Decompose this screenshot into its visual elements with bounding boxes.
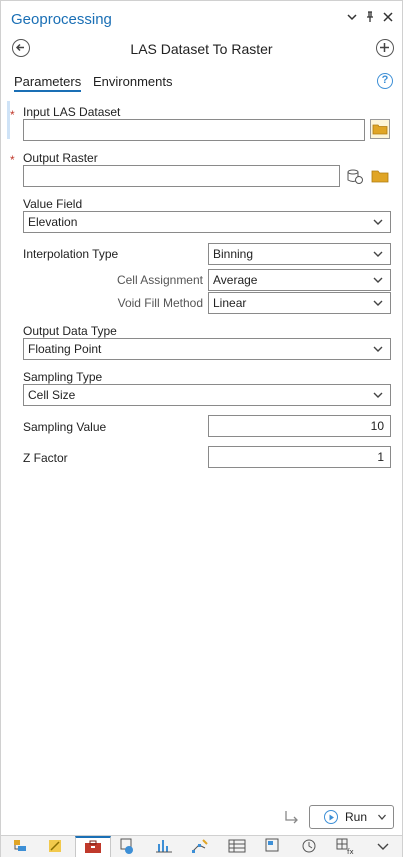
back-button[interactable] [12,39,30,57]
pane-titlebar: Geoprocessing [1,1,402,35]
chevron-down-icon [373,277,383,283]
run-button-label: Run [345,810,368,824]
database-connection-icon[interactable] [345,166,365,186]
chevron-down-icon [373,392,383,398]
calculate-field-icon[interactable]: fx [327,836,363,857]
close-icon[interactable] [381,11,395,25]
symbology-icon[interactable] [39,836,75,857]
output-raster-field[interactable] [23,165,340,187]
attribute-info-icon[interactable] [111,836,147,857]
chevron-down-icon [378,814,386,820]
svg-text:fx: fx [347,848,354,856]
tab-parameters[interactable]: Parameters [14,74,82,92]
z-factor-label: Z Factor [23,451,68,465]
interpolation-type-select[interactable]: Binning [208,243,391,265]
input-las-dataset-field[interactable] [23,119,365,141]
pane-menu-chevron-icon[interactable] [345,11,359,25]
browse-folder-icon[interactable] [370,166,390,186]
sampling-value-label: Sampling Value [23,420,107,434]
chevron-down-icon [373,300,383,306]
tool-header: LAS Dataset To Raster [1,35,402,65]
geoprocessing-pane: Geoprocessing LAS Dataset To Raster Para… [0,0,403,857]
catalog-icon[interactable] [3,836,39,857]
pin-icon[interactable] [363,11,377,25]
chart-icon[interactable] [147,836,183,857]
dock-tab-bar: fx [1,835,402,857]
interpolation-type-value: Binning [213,247,254,261]
sampling-type-label: Sampling Type [23,370,103,384]
pane-title: Geoprocessing [11,11,112,28]
cell-assignment-value: Average [213,273,258,287]
layout-icon[interactable] [255,836,291,857]
cell-assignment-select[interactable]: Average [208,269,391,291]
required-indicator: * [10,153,15,167]
void-fill-method-select[interactable]: Linear [208,292,391,314]
sampling-value-field[interactable]: 10 [208,415,391,437]
chevron-down-icon [373,251,383,257]
void-fill-method-value: Linear [213,296,247,310]
more-chevron-icon[interactable] [365,836,401,857]
arrow-left-icon [15,43,24,52]
value-field-label: Value Field [23,197,83,211]
void-fill-method-label: Void Fill Method [117,296,203,310]
chevron-down-icon [373,346,383,352]
tool-title: LAS Dataset To Raster [130,41,273,57]
play-icon [324,810,338,824]
browse-folder-icon[interactable] [370,119,390,139]
history-icon[interactable] [291,836,327,857]
table-icon[interactable] [219,836,255,857]
open-history-icon[interactable] [282,807,302,827]
add-button[interactable] [376,39,394,57]
output-data-type-label: Output Data Type [23,324,117,338]
z-factor-field[interactable]: 1 [208,446,391,468]
required-indicator: * [10,108,15,122]
plus-icon [380,43,389,52]
cell-assignment-label: Cell Assignment [116,273,203,287]
edit-vertices-icon[interactable] [183,836,219,857]
sampling-type-select[interactable]: Cell Size [23,384,391,406]
input-las-dataset-label: Input LAS Dataset [23,105,121,119]
tab-environments[interactable]: Environments [93,74,172,89]
value-field-select[interactable]: Elevation [23,211,391,233]
interpolation-type-label: Interpolation Type [23,247,119,261]
geoprocessing-toolbox-icon[interactable] [75,836,111,857]
output-raster-label: Output Raster [23,151,98,165]
output-data-type-select[interactable]: Floating Point [23,338,391,360]
sampling-type-value: Cell Size [28,388,76,402]
chevron-down-icon [373,219,383,225]
value-field-value: Elevation [28,215,78,229]
run-button[interactable]: Run [309,805,394,829]
output-data-type-value: Floating Point [28,342,102,356]
help-icon[interactable]: ? [377,73,393,89]
